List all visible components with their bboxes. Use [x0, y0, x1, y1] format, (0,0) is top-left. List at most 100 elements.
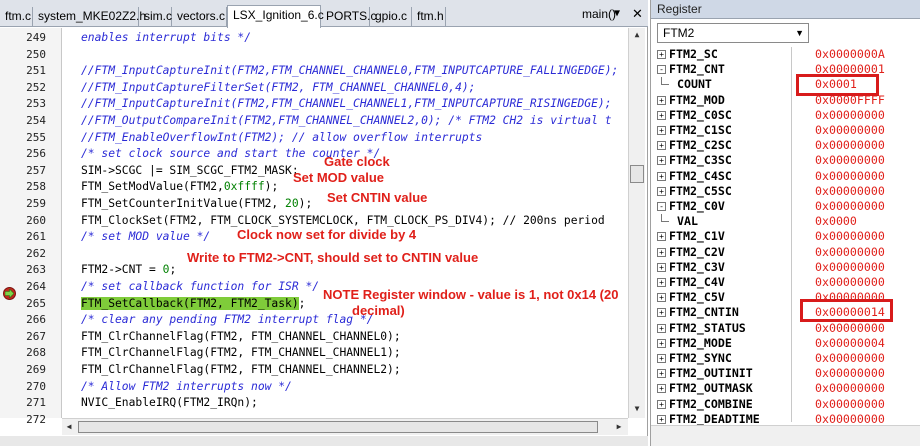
code-line[interactable]: FTM2->CNT = 0;	[81, 262, 176, 279]
code-line[interactable]: /* clear any pending FTM2 interrupt flag…	[81, 312, 373, 329]
tab-ftm-c[interactable]: ftm.c	[0, 7, 33, 27]
chevron-down-icon[interactable]: ▼	[795, 24, 804, 42]
expand-icon[interactable]: +	[657, 354, 666, 363]
expand-icon[interactable]: +	[657, 232, 666, 242]
register-horizontal-scrollbar[interactable]	[651, 425, 920, 446]
register-row[interactable]: + FTM2_C3SC 0x00000000	[655, 153, 920, 168]
expand-icon[interactable]: +	[657, 95, 666, 105]
register-row[interactable]: + FTM2_MODE 0x00000004	[655, 336, 920, 351]
tab-lsx-ignition-6-c[interactable]: LSX_Ignition_6.c	[227, 5, 324, 28]
scroll-down-icon[interactable]: ▼	[629, 402, 645, 416]
expand-icon[interactable]: +	[657, 247, 666, 257]
collapse-icon[interactable]: -	[657, 202, 666, 211]
horizontal-scrollbar[interactable]: ◀ ▶	[62, 418, 628, 435]
register-value[interactable]: 0x00000000	[815, 381, 885, 396]
register-value[interactable]: 0x00000000	[815, 169, 885, 184]
scroll-left-icon[interactable]: ◀	[62, 420, 76, 434]
vertical-scrollbar[interactable]: ▲ ▼	[628, 28, 645, 418]
code-line[interactable]: /* set callback function for ISR */	[81, 279, 319, 296]
code-line[interactable]: //FTM_InputCaptureInit(FTM2,FTM_CHANNEL_…	[81, 96, 612, 113]
register-row[interactable]: + FTM2_STATUS 0x00000000	[655, 321, 920, 336]
register-row[interactable]: + FTM2_C5SC 0x00000000	[655, 184, 920, 199]
tab-system-mke02z2-h[interactable]: system_MKE02Z2.h	[33, 7, 146, 27]
register-row[interactable]: + FTM2_OUTINIT 0x00000000	[655, 366, 920, 381]
register-value[interactable]: 0x00000000	[815, 366, 885, 381]
code-line[interactable]: FTM_ClrChannelFlag(FTM2, FTM_CHANNEL_CHA…	[81, 329, 401, 346]
expand-icon[interactable]: +	[657, 141, 666, 151]
register-row[interactable]: + FTM2_C4SC 0x00000000	[655, 169, 920, 184]
register-row[interactable]: + FTM2_MOD 0x0000FFFF	[655, 93, 920, 108]
scroll-up-icon[interactable]: ▲	[629, 28, 645, 42]
expand-icon[interactable]: +	[657, 369, 666, 379]
expand-icon[interactable]: +	[657, 414, 666, 424]
register-row[interactable]: + FTM2_C1V 0x00000000	[655, 229, 920, 244]
register-value[interactable]: 0x00000000	[815, 351, 885, 366]
register-value[interactable]: 0x00000000	[815, 245, 885, 260]
expand-icon[interactable]: +	[657, 278, 666, 287]
code-line[interactable]: //FTM_EnableOverflowInt(FTM2); // allow …	[81, 130, 482, 147]
code-line[interactable]: //FTM_OutputCompareInit(FTM2,FTM_CHANNEL…	[81, 113, 612, 130]
code-line[interactable]: enables interrupt bits */	[81, 30, 251, 47]
register-value[interactable]: 0x00000000	[815, 397, 885, 412]
expand-icon[interactable]: +	[657, 262, 666, 272]
tab-vectors-c[interactable]: vectors.c	[172, 7, 227, 27]
expand-icon[interactable]: +	[657, 399, 666, 409]
register-row[interactable]: + FTM2_C3V 0x00000000	[655, 260, 920, 275]
code-line[interactable]: SIM->SCGC |= SIM_SCGC_FTM2_MASK;	[81, 163, 299, 180]
register-value[interactable]: 0x00000000	[815, 184, 885, 199]
scroll-thumb[interactable]	[78, 421, 598, 433]
register-value[interactable]: 0x00000000	[815, 123, 885, 138]
expand-icon[interactable]: +	[657, 323, 666, 333]
code-line[interactable]: /* set MOD value */	[81, 229, 210, 246]
code-line[interactable]: FTM_SetModValue(FTM2,0xffff);	[81, 179, 278, 196]
code-line[interactable]: /* Allow FTM2 interrupts now */	[81, 379, 292, 396]
code-line[interactable]: FTM_ClrChannelFlag(FTM2, FTM_CHANNEL_CHA…	[81, 345, 401, 362]
tab-ports-c[interactable]: PORTS.c	[321, 7, 376, 27]
register-row[interactable]: COUNT 0x0001	[655, 77, 920, 92]
code-line[interactable]: //FTM_InputCaptureFilterSet(FTM2, FTM_CH…	[81, 80, 475, 97]
register-value[interactable]: 0x00000000	[815, 199, 885, 214]
expand-icon[interactable]: +	[657, 171, 666, 181]
register-value[interactable]: 0x00000000	[815, 138, 885, 153]
register-row[interactable]: + FTM2_C0SC 0x00000000	[655, 108, 920, 123]
expand-icon[interactable]: +	[657, 110, 666, 120]
register-value[interactable]: 0x00000000	[815, 229, 885, 244]
register-value[interactable]: 0x00000000	[815, 275, 885, 290]
register-row[interactable]: + FTM2_C4V 0x00000000	[655, 275, 920, 290]
expand-icon[interactable]: +	[657, 156, 666, 166]
code-line[interactable]: FTM_SetCallback(FTM2, FTM2_Task);	[81, 296, 305, 313]
register-value[interactable]: 0x00000000	[815, 108, 885, 123]
register-value[interactable]: 0x00000000	[815, 321, 885, 336]
register-row[interactable]: - FTM2_C0V 0x00000000	[655, 199, 920, 214]
expand-icon[interactable]: +	[657, 186, 666, 196]
register-value[interactable]: 0x00000000	[815, 153, 885, 168]
expand-icon[interactable]: +	[657, 50, 666, 59]
code-line[interactable]: NVIC_EnableIRQ(FTM2_IRQn);	[81, 395, 258, 412]
expand-icon[interactable]: +	[657, 384, 666, 394]
register-row[interactable]: VAL 0x0000	[655, 214, 920, 229]
code-editor[interactable]: ftm.c system_MKE02Z2.h sim.c vectors.c L…	[0, 0, 648, 446]
scroll-thumb[interactable]	[630, 165, 644, 183]
register-row[interactable]: - FTM2_CNT 0x00000001	[655, 62, 920, 77]
function-selector[interactable]: main()	[582, 7, 616, 21]
peripheral-select[interactable]: FTM2 ▼	[657, 23, 809, 43]
expand-icon[interactable]: +	[657, 293, 666, 303]
register-value[interactable]: 0x00000004	[815, 336, 885, 351]
register-row[interactable]: + FTM2_C2SC 0x00000000	[655, 138, 920, 153]
register-row[interactable]: + FTM2_C1SC 0x00000000	[655, 123, 920, 138]
expand-icon[interactable]: +	[657, 308, 666, 318]
tab-ftm-h[interactable]: ftm.h	[412, 7, 446, 27]
register-row[interactable]: + FTM2_SC 0x0000000A	[655, 47, 920, 62]
code-line[interactable]: FTM_ClrChannelFlag(FTM2, FTM_CHANNEL_CHA…	[81, 362, 401, 379]
code-line[interactable]: FTM_SetCounterInitValue(FTM2, 20);	[81, 196, 312, 213]
triangle-down-icon[interactable]: ▼	[614, 8, 620, 19]
register-row[interactable]: + FTM2_OUTMASK 0x00000000	[655, 381, 920, 396]
expand-icon[interactable]: +	[657, 338, 666, 348]
expand-icon[interactable]: +	[657, 126, 666, 135]
register-value[interactable]: 0x0000000A	[815, 47, 885, 62]
collapse-icon[interactable]: -	[657, 65, 666, 75]
code-line[interactable]: //FTM_InputCaptureInit(FTM2,FTM_CHANNEL_…	[81, 63, 618, 80]
register-value[interactable]: 0x00000000	[815, 260, 885, 275]
register-row[interactable]: + FTM2_C2V 0x00000000	[655, 245, 920, 260]
register-row[interactable]: + FTM2_SYNC 0x00000000	[655, 351, 920, 366]
